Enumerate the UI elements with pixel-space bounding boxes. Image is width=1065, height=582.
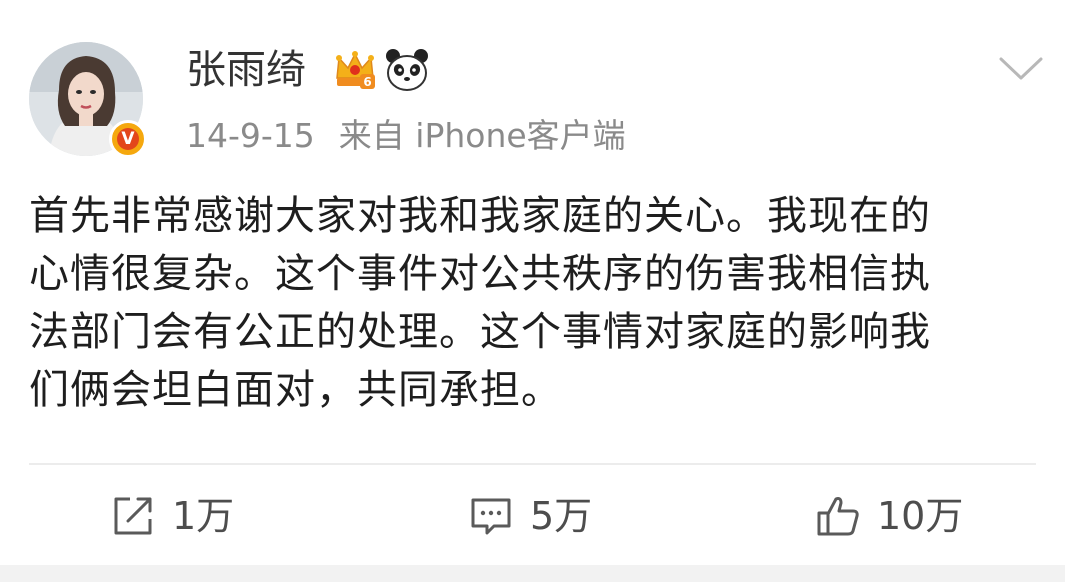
post-meta: 14-9-15 来自 iPhone客户端: [186, 114, 626, 158]
post-content: 首先非常感谢大家对我和我家庭的关心。我现在的 心情很复杂。这个事件对公共秩序的伤…: [29, 187, 1029, 419]
weibo-post: V 张雨绮 6 14-9-15 来自 iPhone客户端 首先非常感谢大家对我和我…: [0, 0, 1065, 582]
repost-button[interactable]: 1万: [110, 490, 234, 542]
verified-mark: V: [117, 128, 139, 150]
content-line: 们俩会坦白面对，共同承担。: [29, 367, 562, 413]
like-count: 10万: [877, 494, 964, 538]
like-button[interactable]: 10万: [815, 490, 963, 542]
bottom-separator: [0, 565, 1065, 582]
content-line: 心情很复杂。这个事件对公共秩序的伤害我相信执: [29, 251, 931, 297]
comment-button[interactable]: 5万: [468, 490, 592, 542]
repost-icon: [114, 497, 152, 535]
thumbs-up-icon: [817, 497, 859, 536]
content-line: 首先非常感谢大家对我和我家庭的关心。我现在的: [29, 193, 931, 239]
divider: [29, 463, 1036, 465]
verified-badge-icon: V: [109, 120, 147, 158]
chevron-down-icon[interactable]: [998, 56, 1044, 82]
comment-count: 5万: [530, 494, 593, 538]
post-source[interactable]: 来自 iPhone客户端: [339, 116, 626, 155]
svg-text:6: 6: [363, 75, 371, 89]
post-date: 14-9-15: [186, 116, 315, 155]
username[interactable]: 张雨绮: [186, 44, 306, 96]
repost-count: 1万: [172, 494, 235, 538]
comment-icon: [471, 498, 511, 535]
panda-icon: [386, 49, 428, 91]
content-line: 法部门会有公正的处理。这个事情对家庭的影响我: [29, 309, 931, 355]
crown-vip-icon: 6: [336, 51, 375, 89]
avatar-container[interactable]: V: [29, 42, 147, 158]
